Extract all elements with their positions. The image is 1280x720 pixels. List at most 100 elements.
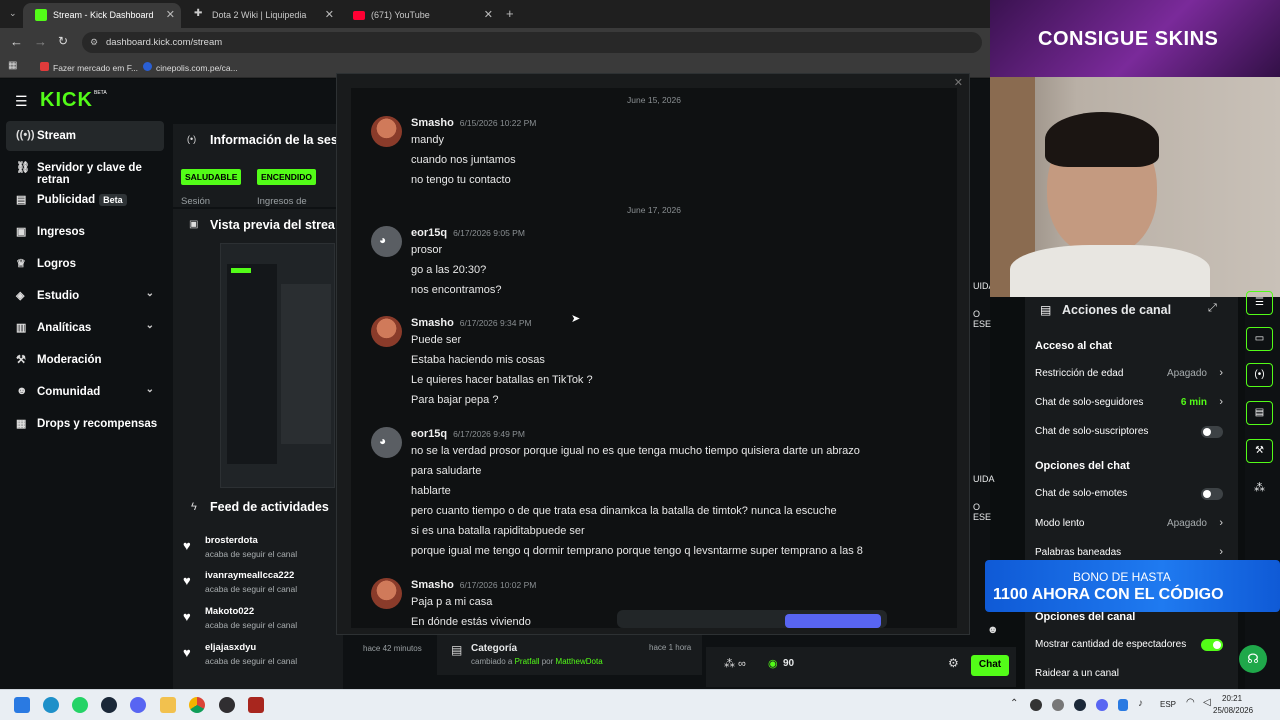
tray-app-icon[interactable]	[1096, 699, 1108, 711]
broadcast-icon[interactable]: (•)	[1246, 363, 1273, 387]
stream-preview-video[interactable]	[220, 243, 335, 488]
close-icon[interactable]: ✕	[166, 8, 175, 21]
chat-icon[interactable]: ▭	[1246, 327, 1273, 351]
avatar[interactable]: ◕	[371, 226, 402, 257]
tab-kick[interactable]: Stream - Kick Dashboard ✕	[23, 3, 181, 28]
floating-toolbar[interactable]	[617, 610, 887, 628]
message-author[interactable]: Smasho 6/17/2026 10:02 PM	[411, 579, 536, 591]
sidebar-item-estudio[interactable]: ◈ Estudio ⌄	[6, 281, 164, 311]
category-new[interactable]: Pratfall	[515, 657, 540, 666]
chrome-icon[interactable]	[189, 697, 205, 713]
new-tab-icon[interactable]: +	[506, 6, 514, 21]
emote-icon[interactable]: ⁂ ∞	[724, 657, 746, 670]
obs-icon[interactable]	[219, 697, 235, 713]
age-restriction-row[interactable]: Restricción de edad Apagado ›	[1035, 367, 1225, 388]
close-icon[interactable]: ✕	[325, 8, 334, 21]
message-author[interactable]: eor15q 6/17/2026 9:49 PM	[411, 428, 525, 440]
language-indicator[interactable]: ESP	[1160, 700, 1176, 709]
feed-item-name[interactable]: ivanraymeallcca222	[205, 570, 294, 581]
emoji-icon[interactable]: ☻	[987, 624, 999, 636]
folder-icon[interactable]	[160, 697, 176, 713]
dota-icon[interactable]	[248, 697, 264, 713]
subscribers-only-toggle[interactable]	[1201, 426, 1223, 438]
tab-list-icon[interactable]: ⌄	[9, 8, 17, 19]
url-field[interactable]: ⚙ dashboard.kick.com/stream	[82, 32, 982, 53]
steam-icon[interactable]	[101, 697, 117, 713]
message-author[interactable]: Smasho 6/15/2026 10:22 PM	[411, 117, 536, 129]
toolbar-action-button[interactable]	[785, 614, 881, 628]
tab-youtube[interactable]: (671) YouTube ✕	[341, 3, 499, 28]
author-name[interactable]: Smasho	[411, 117, 454, 129]
sidebar-item-ingresos[interactable]: ▣ Ingresos	[6, 217, 164, 247]
avatar[interactable]	[371, 316, 402, 347]
windows-taskbar: ⌃ ♪ ESP ◠ ◁ 20:21 25/08/2026	[0, 689, 1280, 720]
reload-icon[interactable]: ↻	[58, 34, 68, 48]
avatar[interactable]: ◕	[371, 427, 402, 458]
webcam-person-hair	[1045, 112, 1159, 167]
sidebar-item-publicidad[interactable]: ▤ Publicidad Beta	[6, 185, 164, 215]
feed-item-name[interactable]: Makoto022	[205, 606, 254, 617]
sidebar-item-servidor[interactable]: ⛓ Servidor y clave de retran	[6, 153, 164, 186]
sidebar-item-analiticas[interactable]: ▥ Analíticas ⌄	[6, 313, 164, 343]
message-author[interactable]: Smasho 6/17/2026 9:34 PM	[411, 317, 532, 329]
clock-time[interactable]: 20:21	[1222, 694, 1242, 703]
chat-button[interactable]: Chat	[971, 655, 1009, 676]
sidebar-item-comunidad[interactable]: ☻ Comunidad ⌄	[6, 377, 164, 407]
kick-logo[interactable]: KICK	[40, 89, 93, 112]
avatar[interactable]	[371, 116, 402, 147]
chevron-right-icon: ›	[1219, 396, 1223, 408]
show-viewers-toggle[interactable]	[1201, 639, 1223, 651]
bookmark-item[interactable]: Fazer mercado em F...	[40, 62, 138, 73]
clock-date[interactable]: 25/08/2026	[1213, 706, 1253, 715]
feed-item-name[interactable]: eljajasxdyu	[205, 642, 256, 653]
tray-chevron-icon[interactable]: ⌃	[1010, 698, 1018, 709]
bookmark-item[interactable]: cinepolis.com.pe/ca...	[143, 62, 238, 73]
back-icon[interactable]: ←	[10, 34, 23, 49]
people-icon[interactable]: ⁂	[1254, 481, 1265, 494]
message-text: cuando nos juntamos	[411, 154, 516, 166]
heart-icon: ♥	[183, 645, 191, 660]
settings-icon[interactable]: ⚙	[948, 656, 959, 670]
sidebar-item-moderacion[interactable]: ⚒ Moderación	[6, 345, 164, 375]
tray-app-icon[interactable]	[1074, 699, 1086, 711]
viewers-count: 90	[783, 658, 795, 669]
avatar[interactable]	[371, 578, 402, 609]
author-name[interactable]: eor15q	[411, 227, 447, 239]
author-name[interactable]: eor15q	[411, 428, 447, 440]
wrench-icon[interactable]: ⚒	[1246, 439, 1273, 463]
tray-app-icon[interactable]	[1052, 699, 1064, 711]
emotes-only-toggle[interactable]	[1201, 488, 1223, 500]
slow-mode-row[interactable]: Modo lento Apagado ›	[1035, 517, 1225, 538]
raid-row[interactable]: Raidear a un canal	[1035, 668, 1225, 688]
apps-icon[interactable]: ▦	[8, 60, 17, 71]
popout-icon[interactable]: ⤢	[1208, 302, 1217, 315]
network-icon[interactable]: ◠	[1186, 697, 1195, 708]
storage-icon[interactable]: ▤	[1246, 401, 1273, 425]
sidebar-item-stream[interactable]: ((•)) Stream	[6, 121, 164, 151]
tray-app-icon[interactable]	[1030, 699, 1042, 711]
site-info-icon[interactable]: ⚙	[90, 37, 98, 48]
bluetooth-icon[interactable]	[1118, 699, 1128, 711]
sidebar-item-logros[interactable]: ♕ Logros	[6, 249, 164, 279]
followers-only-row[interactable]: Chat de solo-seguidores 6 min ›	[1035, 396, 1225, 417]
mic-icon[interactable]: ♪	[1138, 698, 1143, 709]
volume-icon[interactable]: ◁	[1203, 697, 1211, 708]
menu-icon[interactable]: ☰	[15, 93, 28, 110]
support-icon[interactable]: ☊	[1239, 645, 1267, 673]
author-name[interactable]: Smasho	[411, 317, 454, 329]
category-user[interactable]: MatthewDota	[556, 657, 603, 666]
feed-item-name[interactable]: brosterdota	[205, 535, 258, 546]
forward-icon[interactable]: →	[34, 34, 47, 49]
edge-icon[interactable]	[43, 697, 59, 713]
sidebar-item-drops[interactable]: ▦ Drops y recompensas	[6, 409, 164, 439]
author-name[interactable]: Smasho	[411, 579, 454, 591]
message-author[interactable]: eor15q 6/17/2026 9:05 PM	[411, 227, 525, 239]
windows-start-icon[interactable]	[14, 697, 30, 713]
message-text: no tengo tu contacto	[411, 174, 511, 186]
whatsapp-icon[interactable]	[72, 697, 88, 713]
discord-icon[interactable]	[130, 697, 146, 713]
list-icon[interactable]: ☰	[1246, 291, 1273, 315]
tab-liquipedia[interactable]: ✚ Dota 2 Wiki | Liquipedia ✕	[182, 3, 340, 28]
message-time: 6/17/2026 9:05 PM	[453, 228, 525, 238]
close-icon[interactable]: ✕	[484, 8, 493, 21]
